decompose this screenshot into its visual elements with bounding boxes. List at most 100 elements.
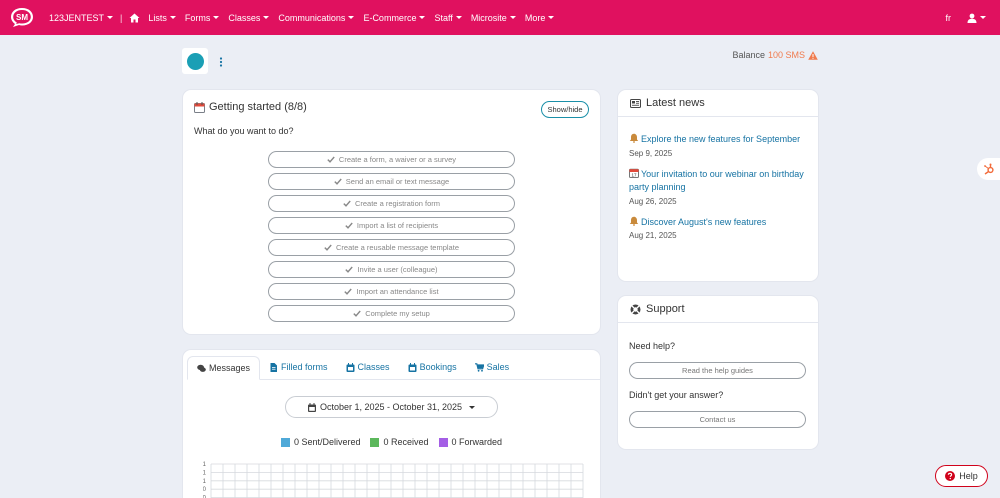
stats-tabs: Messages Filled forms Classes Bookings S…	[187, 356, 600, 380]
nav-item-ecommerce[interactable]: E-Commerce	[363, 13, 426, 23]
balance-amount[interactable]: 100 SMS	[768, 50, 805, 60]
comments-icon	[197, 364, 206, 372]
y-tick-label: 0	[203, 487, 207, 493]
task-import-attendance[interactable]: Import an attendance list	[268, 283, 515, 300]
file-icon	[270, 362, 278, 372]
user-menu[interactable]	[967, 13, 986, 23]
tab-messages[interactable]: Messages	[187, 356, 261, 380]
task-message-template[interactable]: Create a reusable message template	[268, 239, 515, 256]
news-list: Explore the new features for September S…	[629, 133, 809, 250]
task-invite-user[interactable]: Invite a user (colleague)	[268, 261, 515, 278]
legend-item-forwarded[interactable]: 0 Forwarded	[438, 437, 502, 447]
avatar	[186, 52, 204, 70]
warning-icon	[808, 50, 818, 60]
account-switcher[interactable]: 123JENTEST	[49, 12, 114, 23]
chevron-down-icon	[455, 16, 462, 19]
logo-text: SM	[16, 13, 28, 22]
bell-icon	[629, 133, 639, 143]
task-import-recipients[interactable]: Import a list of recipients	[268, 217, 515, 234]
statistics-card: Messages Filled forms Classes Bookings S…	[183, 350, 600, 498]
logo-icon[interactable]: SM	[9, 7, 35, 28]
latest-news-card: Latest news Explore the new features for…	[618, 90, 818, 281]
list-item: Explore the new features for September S…	[629, 133, 809, 158]
tab-filled-forms[interactable]: Filled forms	[260, 355, 337, 379]
task-registration-form[interactable]: Create a registration form	[268, 195, 515, 212]
chart-legend: 0 Sent/Delivered 0 Received 0 Forwarded	[183, 437, 600, 447]
tab-sales[interactable]: Sales	[466, 355, 519, 379]
latest-news-header: Latest news	[618, 90, 818, 117]
question-circle-icon	[945, 471, 956, 481]
nav-item-staff[interactable]: Staff	[434, 13, 462, 23]
y-tick-label: 1	[203, 470, 207, 476]
nav-item-classes[interactable]: Classes	[228, 13, 270, 23]
news-date: Aug 26, 2025	[629, 196, 677, 206]
list-item: 17 Your invitation to our webinar on birt…	[629, 168, 809, 206]
check-icon	[345, 266, 354, 273]
chevron-down-icon	[348, 16, 355, 19]
messages-chart: 11100	[203, 462, 584, 498]
date-range-picker[interactable]: October 1, 2025 - October 31, 2025	[285, 396, 498, 418]
list-item: Discover August's new features Aug 21, 2…	[629, 216, 809, 240]
tab-classes[interactable]: Classes	[337, 355, 399, 379]
legend-swatch	[438, 437, 448, 447]
account-name: 123JENTEST	[49, 12, 105, 23]
check-icon	[344, 288, 353, 295]
svg-text:17: 17	[631, 172, 637, 177]
language-switch[interactable]: fr	[946, 13, 952, 23]
kebab-menu-icon[interactable]	[218, 57, 224, 67]
user-icon	[967, 13, 977, 23]
news-link[interactable]: Explore the new features for September	[629, 133, 809, 147]
check-icon	[345, 222, 353, 229]
nav-item-communications[interactable]: Communications	[278, 13, 355, 23]
task-create-form[interactable]: Create a form, a waiver or a survey	[268, 151, 515, 168]
help-label: Help	[959, 471, 978, 481]
calendar-icon	[194, 101, 205, 113]
help-button[interactable]: Help	[935, 465, 988, 487]
legend-swatch	[370, 437, 380, 447]
check-icon	[324, 244, 332, 251]
support-title: Support	[646, 303, 685, 315]
read-help-guides-button[interactable]: Read the help guides	[629, 362, 806, 379]
chevron-down-icon	[419, 16, 426, 19]
nav-item-more[interactable]: More	[525, 13, 555, 23]
tab-bookings[interactable]: Bookings	[399, 355, 466, 379]
life-ring-icon	[630, 304, 641, 314]
calendar-icon	[346, 362, 355, 372]
check-icon	[343, 200, 351, 207]
bell-icon	[629, 216, 639, 226]
chevron-down-icon	[169, 16, 176, 19]
nav-item-microsite[interactable]: Microsite	[471, 13, 516, 23]
check-icon	[353, 310, 361, 317]
top-navbar: SM 123JENTEST | Lists Forms Classes Comm…	[0, 0, 1000, 35]
cart-icon	[474, 362, 484, 372]
chevron-down-icon	[107, 16, 114, 19]
chevron-down-icon	[548, 16, 555, 19]
news-date: Sep 9, 2025	[629, 148, 673, 158]
check-icon	[334, 178, 342, 185]
chevron-down-icon	[213, 16, 220, 19]
task-complete-setup[interactable]: Complete my setup	[268, 305, 515, 322]
nav-separator: |	[120, 12, 123, 23]
legend-swatch	[280, 437, 290, 447]
task-send-message[interactable]: Send an email or text message	[268, 173, 515, 190]
home-icon[interactable]	[129, 13, 140, 23]
organization-avatar[interactable]	[182, 48, 208, 74]
news-date: Aug 21, 2025	[629, 231, 677, 240]
calendar-icon: 17	[629, 168, 639, 178]
task-list: Create a form, a waiver or a survey Send…	[268, 151, 515, 327]
news-link[interactable]: Discover August's new features	[629, 216, 809, 230]
chevron-down-icon	[980, 16, 986, 19]
newspaper-icon	[630, 98, 641, 108]
chevron-down-icon	[263, 16, 270, 19]
hubspot-widget[interactable]	[977, 158, 1000, 180]
top-right-controls: fr	[946, 0, 986, 35]
legend-item-received[interactable]: 0 Received	[370, 437, 429, 447]
nav-item-lists[interactable]: Lists	[148, 13, 176, 23]
date-range-value: October 1, 2025 - October 31, 2025	[319, 402, 463, 412]
nav-item-forms[interactable]: Forms	[185, 13, 220, 23]
y-tick-label: 1	[203, 462, 207, 468]
show-hide-button[interactable]: Show/hide	[541, 101, 589, 118]
news-link[interactable]: 17 Your invitation to our webinar on birt…	[629, 168, 809, 195]
contact-us-button[interactable]: Contact us	[629, 411, 806, 428]
legend-item-sent[interactable]: 0 Sent/Delivered	[280, 437, 360, 447]
